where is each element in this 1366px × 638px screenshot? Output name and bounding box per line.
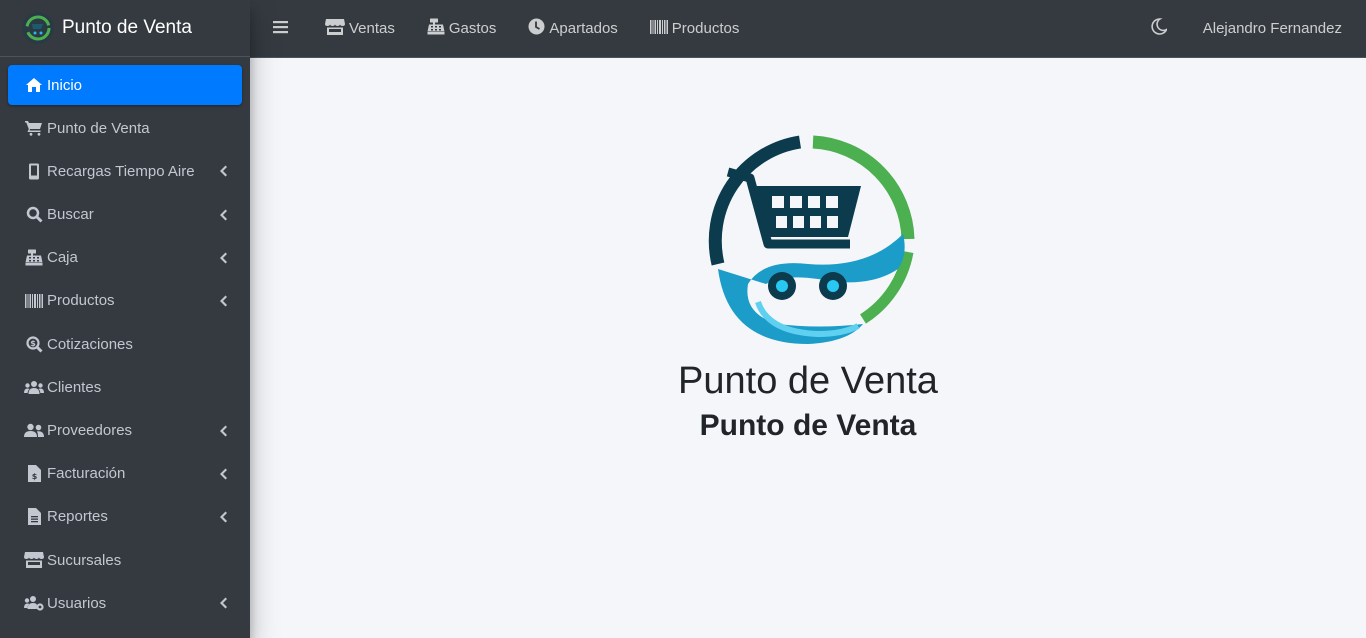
chevron-left-icon xyxy=(218,467,228,481)
sidebar-item-label: Facturación xyxy=(47,465,126,483)
sidebar-item-label: Inicio xyxy=(47,76,83,94)
chevron-left-icon xyxy=(218,510,228,524)
shopping-cart-logo-icon xyxy=(698,134,918,354)
barcode-icon xyxy=(649,19,672,38)
user-menu[interactable]: Alejandro Fernandez xyxy=(1187,9,1366,49)
sidebar-item-productos[interactable]: Productos xyxy=(8,281,242,321)
sidebar-item-proveedores[interactable]: Proveedores xyxy=(8,411,242,451)
chevron-left-icon xyxy=(218,164,228,178)
nav-link-productos[interactable]: Productos xyxy=(634,9,756,49)
page-title: Punto de Venta xyxy=(678,360,938,402)
mobile-phone-icon xyxy=(24,162,44,180)
nav-link-apartados[interactable]: Apartados xyxy=(512,9,633,49)
clock-icon xyxy=(528,18,549,39)
chevron-left-icon xyxy=(218,294,228,308)
svg-text:$: $ xyxy=(30,339,36,348)
file-invoice-dollar-icon: $ xyxy=(24,465,44,483)
brand-link[interactable]: Punto de Venta xyxy=(0,0,250,57)
sidebar-item-label: Reportes xyxy=(47,508,108,526)
top-navbar: Ventas Gastos Apartados Productos Alejan… xyxy=(250,0,1366,58)
brand-logo-icon xyxy=(22,12,54,44)
home-icon xyxy=(24,76,44,94)
chevron-left-icon xyxy=(218,208,228,222)
barcode-icon xyxy=(24,292,44,310)
sidebar-item-sucursales[interactable]: Sucursales xyxy=(8,540,242,580)
main-content: Punto de Venta Punto de Venta xyxy=(250,58,1366,638)
hamburger-icon xyxy=(273,20,293,38)
sidebar-item-label: Usuarios xyxy=(47,594,107,612)
chevron-left-icon xyxy=(218,596,228,610)
users-cog-icon xyxy=(24,594,44,612)
page-subtitle: Punto de Venta xyxy=(699,409,917,442)
store-icon xyxy=(325,18,349,39)
nav-link-label: Productos xyxy=(671,20,740,37)
sidebar-item-cotizaciones[interactable]: $ Cotizaciones xyxy=(8,324,242,364)
sidebar-item-recargas[interactable]: Recargas Tiempo Aire xyxy=(8,151,242,191)
svg-text:$: $ xyxy=(31,472,37,481)
nav-link-label: Ventas xyxy=(349,20,395,37)
moon-icon xyxy=(1151,18,1171,39)
sidebar-item-usuarios[interactable]: Usuarios xyxy=(8,583,242,623)
sidebar-item-reportes[interactable]: Reportes xyxy=(8,497,242,537)
dark-mode-toggle[interactable] xyxy=(1135,9,1187,49)
nav-link-gastos[interactable]: Gastos xyxy=(411,9,513,49)
user-friends-icon xyxy=(24,422,44,440)
sidebar-item-clientes[interactable]: Clientes xyxy=(8,367,242,407)
menu-toggle-button[interactable] xyxy=(250,9,309,49)
sidebar-nav: Inicio Punto de Venta Recargas Tiempo Ai… xyxy=(0,57,250,623)
search-icon xyxy=(24,206,44,224)
cash-register-icon xyxy=(24,249,44,267)
nav-link-label: Apartados xyxy=(549,20,618,37)
brand-name: Punto de Venta xyxy=(62,17,192,38)
sidebar-item-label: Proveedores xyxy=(47,422,133,439)
nav-link-ventas[interactable]: Ventas xyxy=(309,9,411,49)
sidebar-item-facturacion[interactable]: $ Facturación xyxy=(8,454,242,494)
sidebar-item-label: Sucursales xyxy=(47,551,122,569)
sidebar-item-buscar[interactable]: Buscar xyxy=(8,195,242,235)
sidebar-item-label: Caja xyxy=(47,249,78,267)
sidebar-item-label: Productos xyxy=(47,292,115,310)
shopping-cart-icon xyxy=(24,119,44,137)
sidebar-item-label: Buscar xyxy=(47,206,94,224)
sidebar-item-label: Punto de Venta xyxy=(47,119,150,137)
sidebar-item-label: Recargas Tiempo Aire xyxy=(47,162,195,180)
users-icon xyxy=(24,378,44,396)
navbar-right: Alejandro Fernandez xyxy=(1135,9,1366,49)
store-icon xyxy=(24,551,44,569)
sidebar-item-punto-de-venta[interactable]: Punto de Venta xyxy=(8,108,242,148)
sidebar-item-caja[interactable]: Caja xyxy=(8,238,242,278)
user-name: Alejandro Fernandez xyxy=(1202,20,1342,37)
sidebar: Punto de Venta Inicio Punto de Venta Rec… xyxy=(0,0,250,638)
chevron-left-icon xyxy=(218,424,228,438)
sidebar-item-inicio[interactable]: Inicio xyxy=(8,65,242,105)
search-dollar-icon: $ xyxy=(24,335,44,353)
cash-register-icon xyxy=(427,18,449,39)
sidebar-item-label: Cotizaciones xyxy=(47,335,133,353)
sidebar-item-label: Clientes xyxy=(47,378,102,396)
chevron-left-icon xyxy=(218,251,228,265)
file-alt-icon xyxy=(24,508,44,526)
nav-link-label: Gastos xyxy=(448,20,497,37)
